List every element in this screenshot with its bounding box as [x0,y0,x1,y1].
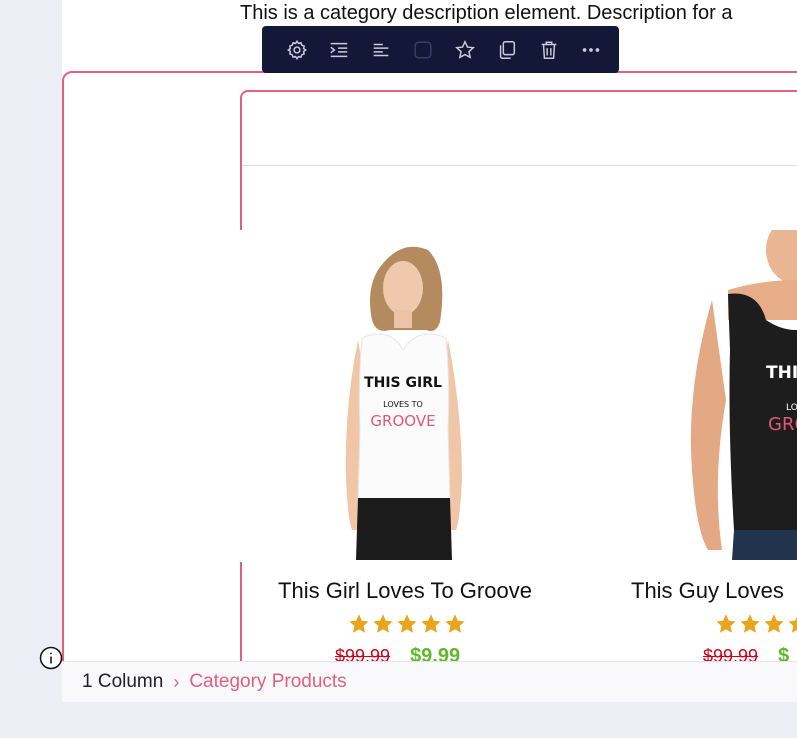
star-icon [349,614,369,633]
star-icon [373,614,393,633]
shirt-print-line-3: GROOV [768,414,797,435]
settings-button[interactable] [276,26,318,73]
breadcrumb: 1 Column › Category Products [62,661,797,702]
box-button[interactable] [402,26,444,73]
breadcrumb-item-column[interactable]: 1 Column [82,671,163,693]
product-title[interactable]: This Guy Loves [631,578,797,604]
category-description[interactable]: This is a category description element. … [240,2,732,25]
product-card[interactable]: THIS GU LOVES TO GROOV This Guy Loves $9… [608,230,797,670]
product-card[interactable]: THIS GIRL LOVES TO GROOVE This Girl Love… [240,230,570,670]
indent-icon [330,42,348,57]
rating-stars [715,613,797,635]
frame-gap [240,232,244,562]
builder-canvas: This is a category description element. … [62,0,797,700]
product-image[interactable]: THIS GIRL LOVES TO GROOVE [240,230,570,560]
more-icon [582,47,600,52]
shirt-print-line-2: LOVES TO [383,400,423,409]
align-left-icon [373,43,389,56]
shirt-print-line-3: GROOVE [370,412,435,430]
box-icon [414,40,432,59]
indent-button[interactable] [318,26,360,73]
star-icon [740,614,760,633]
product-title[interactable]: This Girl Loves To Groove [240,578,570,604]
star-icon [764,614,784,633]
star-icon [788,616,797,633]
favorite-button[interactable] [444,26,486,73]
settings-icon [287,39,307,60]
shirt-print-line-1: THIS GU [766,363,797,383]
duplicate-button[interactable] [486,26,528,73]
divider [242,165,797,166]
breadcrumb-item-category-products[interactable]: Category Products [189,671,346,693]
info-icon[interactable] [39,646,63,670]
star-icon [455,39,475,59]
shirt-print-line-1: THIS GIRL [364,375,442,391]
chevron-right-icon: › [173,671,180,692]
product-image[interactable]: THIS GU LOVES TO GROOV [608,230,797,560]
align-left-button[interactable] [360,26,402,73]
star-icon [397,614,417,633]
star-icon [445,614,465,633]
delete-button[interactable] [528,26,570,73]
star-icon [716,614,736,633]
copy-icon [499,40,516,59]
shirt-print-line-2: LOVES TO [786,403,797,413]
more-button[interactable] [570,26,612,73]
rating-stars [348,613,466,635]
element-toolbar [262,26,619,73]
star-icon [421,614,441,633]
trash-icon [541,40,557,59]
